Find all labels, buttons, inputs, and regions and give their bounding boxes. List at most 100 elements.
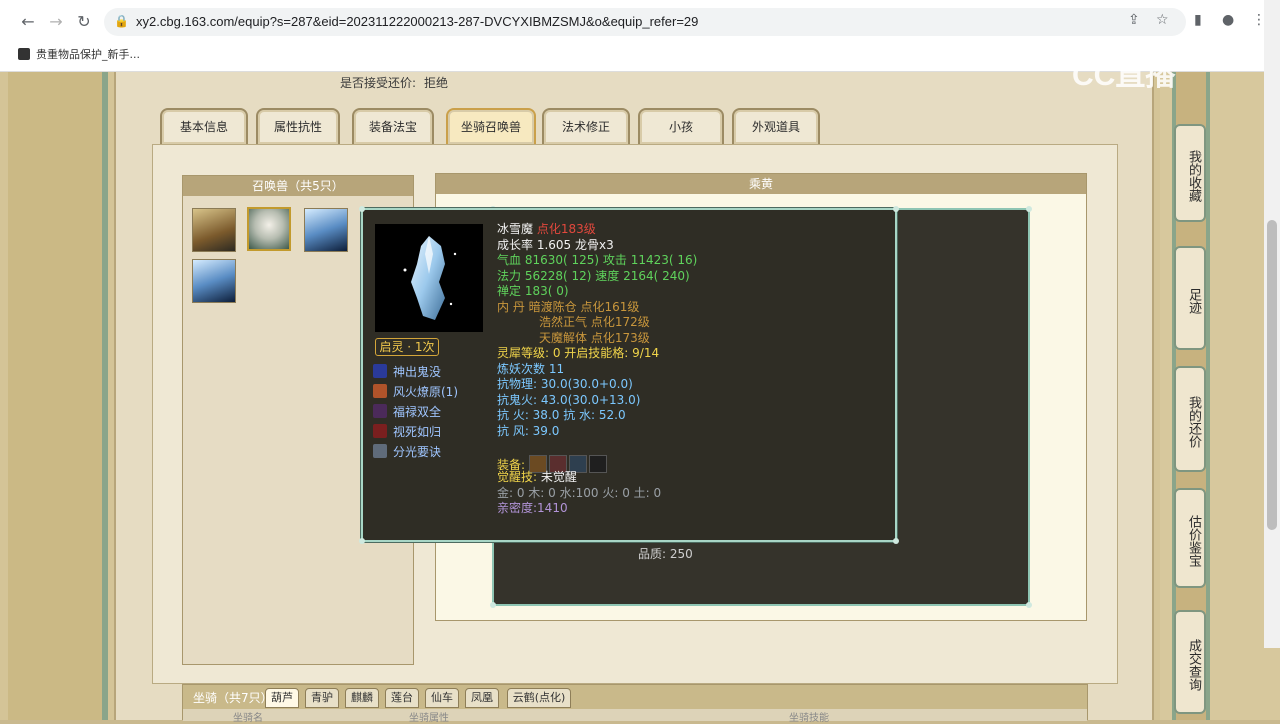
fortune-skill-icon bbox=[373, 404, 387, 418]
equip-empty-slot-icon[interactable] bbox=[589, 454, 608, 473]
pet-resist-fire-water: 抗 火: 38.0 抗 水: 52.0 bbox=[497, 408, 626, 422]
left-decor bbox=[8, 72, 108, 720]
pet-lingxi: 灵犀等级: 0 开启技能格: 9/14 bbox=[497, 346, 660, 360]
pet-stats: 冰雪魔 点化183级 成长率 1.605 龙骨x3 气血 81630( 125)… bbox=[497, 222, 697, 517]
side-footprints[interactable]: 足迹 bbox=[1174, 246, 1206, 350]
mount-tab[interactable]: 莲台 bbox=[385, 688, 419, 708]
summon-list-title: 召唤兽（共5只） bbox=[183, 176, 413, 196]
pet-inner-pill-1: 内 丹 暗渡陈仓 点化161级 bbox=[497, 299, 640, 314]
corner-ornament bbox=[1026, 206, 1032, 212]
mount-quality: 品质: 250 bbox=[638, 547, 693, 561]
pet-awaken-value: 未觉醒 bbox=[540, 470, 577, 484]
pet-portrait bbox=[375, 224, 483, 332]
mount-tab[interactable]: 葫芦 bbox=[265, 688, 299, 708]
pet-hp-attack: 气血 81630( 125) 攻击 11423( 16) bbox=[497, 253, 698, 267]
tab-appearance[interactable]: 外观道具 bbox=[732, 108, 820, 144]
corner-ornament bbox=[893, 538, 899, 544]
side-appraisal[interactable]: 估价鉴宝 bbox=[1174, 488, 1206, 588]
qiling-badge: 启灵 · 1次 bbox=[375, 338, 439, 356]
accept-counteroffer: 是否接受还价: 拒绝 bbox=[340, 74, 448, 91]
tab-basic-info[interactable]: 基本信息 bbox=[160, 108, 248, 144]
skill-name: 分光要诀 bbox=[393, 445, 442, 459]
mount-tab[interactable]: 青驴 bbox=[305, 688, 339, 708]
corner-ornament bbox=[359, 538, 365, 544]
pet-resist-wind: 抗 风: 39.0 bbox=[497, 423, 560, 438]
skill-item[interactable]: 视死如归 bbox=[373, 422, 458, 442]
address-row: ← → ↻ 🔒 xy2.cbg.163.com/equip?s=287&eid=… bbox=[0, 4, 1280, 40]
mount-tab[interactable]: 仙车 bbox=[425, 688, 459, 708]
col-mount-skill: 坐骑技能 bbox=[789, 713, 829, 724]
mount-list-title: 坐骑（共7只） bbox=[193, 691, 273, 705]
star-icon[interactable]: ☆ bbox=[1156, 12, 1169, 28]
col-mount-name: 坐骑名 bbox=[233, 713, 263, 724]
side-my-counteroffers[interactable]: 我的还价 bbox=[1174, 366, 1206, 472]
fire-skill-icon bbox=[373, 384, 387, 398]
skill-name: 神出鬼没 bbox=[393, 365, 442, 379]
pet-skill-list: 神出鬼没 风火燎原(1) 福禄双全 视死如归 分光要诀 bbox=[373, 362, 458, 462]
ghost-skill-icon bbox=[373, 364, 387, 378]
reload-icon[interactable]: ↻ bbox=[74, 12, 94, 32]
pet-detail-tooltip: 冰雪魔 点化183级 成长率 1.605 龙骨x3 气血 81630( 125)… bbox=[359, 206, 899, 544]
skill-item[interactable]: 分光要诀 bbox=[373, 442, 458, 462]
skill-name: 视死如归 bbox=[393, 425, 442, 439]
forward-icon[interactable]: → bbox=[46, 12, 66, 32]
mount-tab[interactable]: 云鹤(点化) bbox=[507, 688, 571, 708]
pet-name: 冰雪魔 bbox=[497, 222, 534, 236]
pet-meditation: 禅定 183( 0) bbox=[497, 284, 569, 298]
corner-ornament bbox=[893, 206, 899, 212]
pet-rank: 点化183级 bbox=[536, 222, 596, 236]
back-icon[interactable]: ← bbox=[18, 12, 38, 32]
watermark-logo: CC直播 bbox=[1072, 59, 1176, 92]
corner-ornament bbox=[359, 206, 365, 212]
corner-ornament bbox=[1026, 602, 1032, 608]
lock-icon: 🔒 bbox=[114, 14, 129, 28]
pet-thumb-ice-demon-2[interactable] bbox=[192, 259, 236, 303]
pet-growth: 成长率 1.605 龙骨x3 bbox=[497, 237, 614, 252]
mount-box-title: 乘黄 bbox=[436, 174, 1086, 194]
skill-item[interactable]: 神出鬼没 bbox=[373, 362, 458, 382]
pet-intimacy: 亲密度:1410 bbox=[497, 501, 568, 515]
side-my-favorites[interactable]: 我的收藏 bbox=[1174, 124, 1206, 222]
bookmark-label: 贵重物品保护_新手... bbox=[36, 48, 140, 61]
pet-resist-physical: 抗物理: 30.0(30.0+0.0) bbox=[497, 377, 633, 391]
mount-tab[interactable]: 凤凰 bbox=[465, 688, 499, 708]
corner-ornament bbox=[490, 602, 496, 608]
skill-item[interactable]: 风火燎原(1) bbox=[373, 382, 458, 402]
skill-item[interactable]: 福禄双全 bbox=[373, 402, 458, 422]
skill-name: 福禄双全 bbox=[393, 405, 442, 419]
pet-refine-count: 炼妖次数 11 bbox=[497, 361, 565, 376]
pet-elements: 金: 0 木: 0 水:100 火: 0 土: 0 bbox=[497, 485, 662, 500]
mount-tab[interactable]: 麒麟 bbox=[345, 688, 379, 708]
ice-crystal-image bbox=[403, 236, 457, 320]
death-skill-icon bbox=[373, 424, 387, 438]
mount-list-header: 坐骑名 坐骑属性 坐骑技能 bbox=[183, 709, 1087, 724]
share-icon[interactable]: ⇪ bbox=[1128, 12, 1140, 28]
accept-value: 拒绝 bbox=[424, 76, 449, 90]
tab-children[interactable]: 小孩 bbox=[638, 108, 724, 144]
tab-attributes[interactable]: 属性抗性 bbox=[256, 108, 340, 144]
tab-spell-correction[interactable]: 法术修正 bbox=[542, 108, 630, 144]
profile-icon[interactable]: ● bbox=[1222, 12, 1234, 28]
bookmark-item[interactable]: 贵重物品保护_新手... bbox=[18, 46, 140, 62]
pet-resist-ghostfire: 抗鬼火: 43.0(30.0+13.0) bbox=[497, 392, 641, 407]
mount-list-box: 坐骑（共7只） 葫芦 青驴 麒麟 莲台 仙车 凤凰 云鹤(点化) 坐骑名 坐骑属… bbox=[182, 684, 1088, 724]
pet-thumb-selected[interactable] bbox=[247, 207, 291, 251]
bookmark-favicon-icon bbox=[18, 48, 30, 60]
tab-mounts-pets[interactable]: 坐骑召唤兽 bbox=[446, 108, 536, 144]
url-text[interactable]: xy2.cbg.163.com/equip?s=287&eid=20231122… bbox=[136, 14, 698, 29]
address-bar[interactable]: 🔒 xy2.cbg.163.com/equip?s=287&eid=202311… bbox=[104, 8, 1186, 36]
pet-awaken-label: 觉醒技: bbox=[497, 470, 538, 484]
pet-inner-pill-3: 天魔解体 点化173级 bbox=[539, 330, 650, 345]
tab-equipment[interactable]: 装备法宝 bbox=[352, 108, 434, 144]
pet-mp-speed: 法力 56228( 12) 速度 2164( 240) bbox=[497, 268, 690, 283]
pet-thumb-ice-demon[interactable] bbox=[304, 208, 348, 252]
skill-name: 风火燎原(1) bbox=[393, 385, 458, 399]
sidepanel-icon[interactable]: ▮ bbox=[1194, 12, 1202, 28]
col-mount-attr: 坐骑属性 bbox=[409, 713, 449, 724]
scrollbar-thumb[interactable] bbox=[1267, 220, 1277, 530]
split-light-skill-icon bbox=[373, 444, 387, 458]
pet-inner-pill-2: 浩然正气 点化172级 bbox=[539, 315, 650, 329]
side-deal-query[interactable]: 成交查询 bbox=[1174, 610, 1206, 714]
pet-thumb-warrior[interactable] bbox=[192, 208, 236, 252]
accept-label: 是否接受还价: bbox=[340, 76, 417, 90]
